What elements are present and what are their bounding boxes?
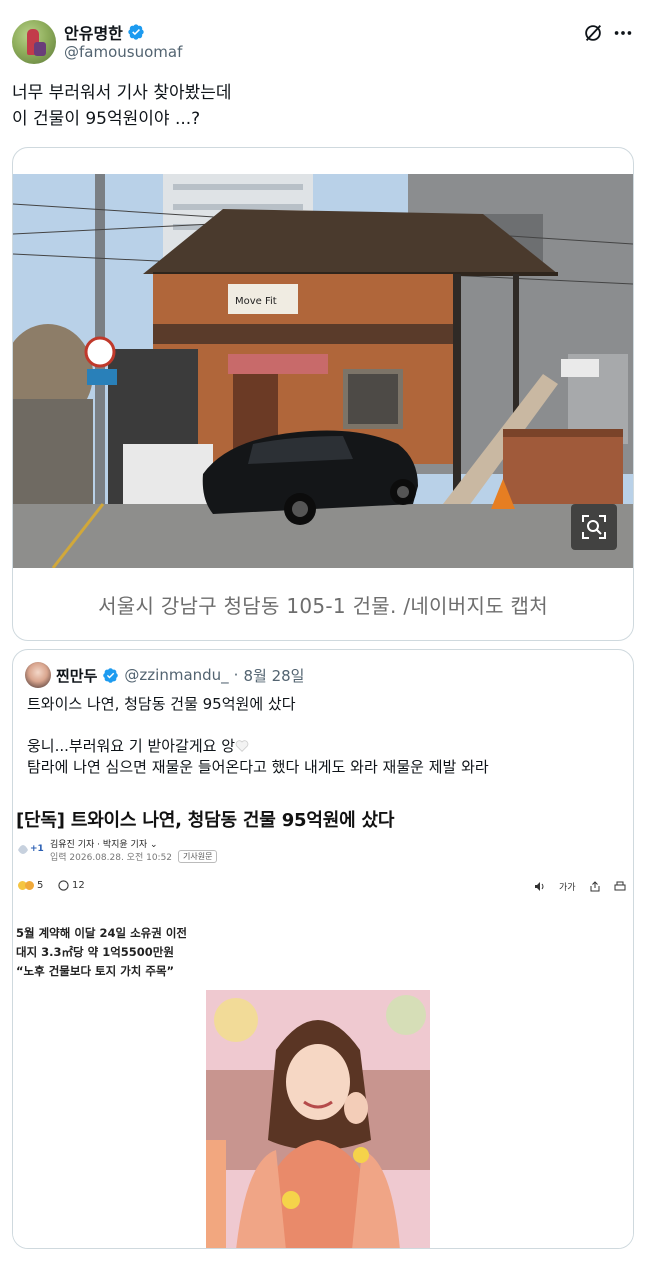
zoom-icon — [582, 515, 606, 539]
quote-author-name[interactable]: 찐만두 — [56, 665, 97, 686]
article-screenshot[interactable]: [단독] 트와이스 나연, 청담동 건물 95억원에 샀다 +1 김유진 기자 … — [13, 794, 633, 1248]
author-avatar[interactable] — [12, 20, 56, 64]
tweet-text-line-2: 이 건물이 95억원이야 ...? — [12, 109, 201, 129]
comment-group[interactable]: 12 — [58, 880, 85, 891]
quote-header: 찐만두 @zzinmandu_ · 8월 28일 — [25, 662, 304, 688]
article-reporters-text: 김유진 기자 · 박지윤 기자 — [50, 840, 148, 850]
reaction-group[interactable]: 5 — [18, 880, 43, 891]
summary-line-1: 5월 계약해 이달 24일 소유권 이전 — [16, 926, 187, 940]
verified-badge-icon — [103, 667, 119, 683]
author-handle[interactable]: @famousuomaf — [64, 43, 182, 61]
chevron-down-icon: ⌄ — [149, 840, 158, 850]
quote-author-handle[interactable]: @zzinmandu_ — [124, 666, 228, 684]
article-reaction-row: 5 12 가가 — [18, 880, 628, 900]
grok-icon[interactable] — [582, 22, 604, 44]
comment-count: 12 — [72, 880, 85, 891]
press-logo: +1 — [16, 840, 44, 858]
article-date-row: 입력 2026.08.28. 오전 10:52 기사원문 — [50, 850, 218, 863]
author-name-row[interactable]: 안유명한 — [64, 20, 145, 44]
print-icon[interactable] — [614, 881, 626, 892]
press-logo-text: +1 — [30, 844, 44, 854]
photo-caption: 서울시 강남구 청담동 105-1 건물. /네이버지도 캡처 — [98, 593, 548, 618]
quote-text: 트와이스 나연, 청담동 건물 95억원에 샀다 웅니...부러워요 기 받아갈… — [27, 694, 627, 778]
quote-separator: · — [233, 666, 239, 684]
quote-text-line-3: 탐라에 나연 심으면 재물운 들어온다고 했다 내게도 와라 재물운 제발 와라 — [27, 758, 489, 776]
sign-text: Move Fit — [235, 296, 277, 307]
font-size-button[interactable]: 가가 — [559, 880, 576, 893]
reaction-count: 5 — [37, 880, 44, 891]
quote-text-line-1: 트와이스 나연, 청담동 건물 95억원에 샀다 — [27, 695, 296, 713]
building-photo[interactable]: Move Fit — [13, 174, 633, 568]
tweet-header: 안유명한 @famousuomaf — [12, 18, 634, 68]
author-display-name[interactable]: 안유명한 — [64, 20, 123, 44]
article-summary: 5월 계약해 이달 24일 소유권 이전 대지 3.3㎡당 약 1억5500만원… — [16, 924, 187, 981]
media-card[interactable]: Move Fit 서울시 강남구 청담동 105-1 건물. /네이버지도 캡처 — [12, 147, 634, 641]
white-heart-icon — [235, 740, 249, 752]
article-title: [단독] 트와이스 나연, 청담동 건물 95억원에 샀다 — [16, 810, 395, 831]
summary-line-3: “노후 건물보다 토지 가치 주목” — [16, 964, 175, 978]
quote-text-line-2-text: 웅니...부러워요 기 받아갈게요 앙 — [27, 737, 236, 755]
quote-text-line-2: 웅니...부러워요 기 받아갈게요 앙 — [27, 736, 627, 757]
tweet-text-line-1: 너무 부러워서 기사 찾아봤는데 — [12, 83, 232, 103]
original-article-button[interactable]: 기사원문 — [178, 850, 218, 863]
article-tools: 가가 — [534, 880, 626, 893]
nayeon-photo[interactable] — [206, 990, 430, 1248]
quote-author-avatar[interactable] — [25, 662, 51, 688]
tweet-text: 너무 부러워서 기사 찾아봤는데 이 건물이 95억원이야 ...? — [12, 80, 634, 132]
quote-tweet-card[interactable]: 찐만두 @zzinmandu_ · 8월 28일 트와이스 나연, 청담동 건물… — [12, 649, 634, 1249]
audio-icon[interactable] — [534, 881, 546, 892]
more-icon[interactable] — [612, 22, 634, 44]
article-input-date: 입력 2026.08.28. 오전 10:52 — [50, 853, 173, 863]
article-reporters: 김유진 기자 · 박지윤 기자 ⌄ — [50, 837, 158, 850]
summary-line-2: 대지 3.3㎡당 약 1억5500만원 — [16, 945, 174, 959]
reaction-emoji-icon — [25, 881, 34, 890]
quote-date[interactable]: 8월 28일 — [243, 665, 304, 686]
verified-badge-icon — [128, 24, 144, 40]
comment-icon — [58, 880, 69, 891]
zoom-button[interactable] — [571, 504, 617, 550]
share-icon[interactable] — [589, 881, 601, 892]
